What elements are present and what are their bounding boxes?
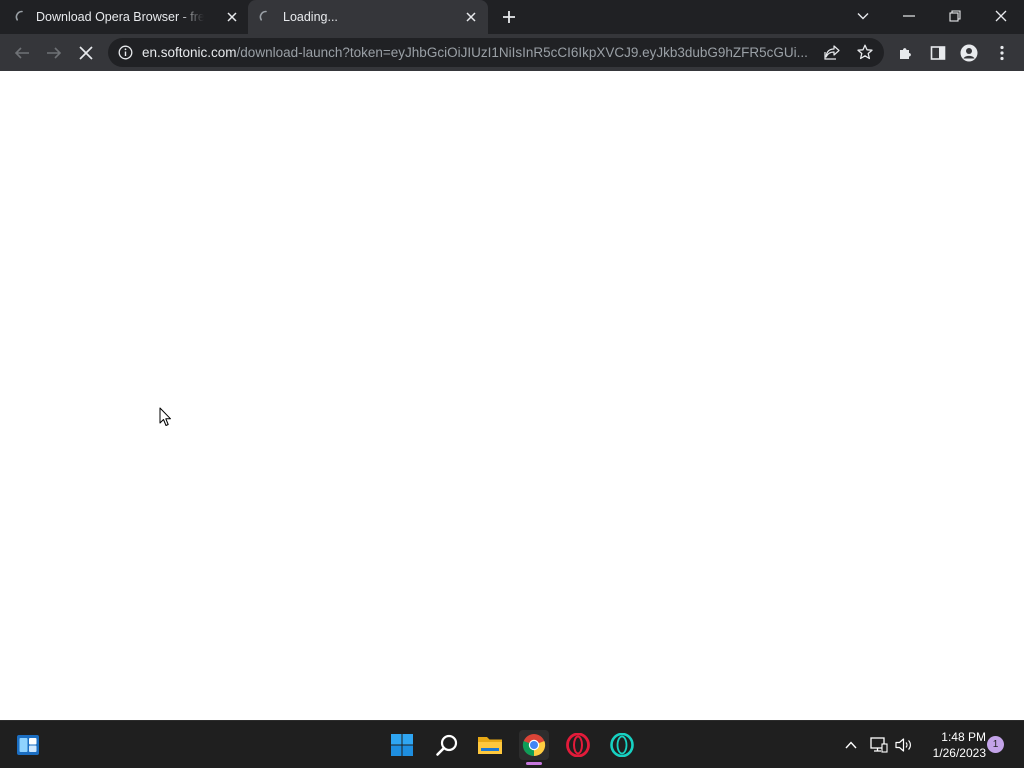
back-button[interactable] bbox=[11, 42, 33, 64]
url-host: en.softonic.com bbox=[142, 45, 237, 60]
widgets-icon bbox=[17, 735, 39, 755]
network-button[interactable] bbox=[869, 735, 889, 755]
share-icon[interactable] bbox=[824, 45, 840, 60]
opera-gx-taskbar-button[interactable] bbox=[607, 730, 637, 760]
active-app-indicator bbox=[526, 762, 542, 765]
side-panel-icon bbox=[930, 46, 946, 60]
close-icon bbox=[79, 46, 93, 60]
tab-title: Loading... bbox=[283, 10, 338, 24]
opera-taskbar-button[interactable] bbox=[563, 730, 593, 760]
widgets-button[interactable] bbox=[13, 730, 43, 760]
volume-button[interactable] bbox=[894, 735, 914, 755]
tab-loading[interactable]: Loading... bbox=[248, 0, 488, 34]
notification-badge[interactable]: 1 bbox=[987, 736, 1004, 753]
arrow-right-icon bbox=[47, 47, 62, 59]
volume-icon bbox=[895, 738, 911, 752]
tab-search-button[interactable] bbox=[850, 4, 876, 28]
start-button[interactable] bbox=[387, 730, 417, 760]
chrome-icon bbox=[522, 734, 546, 757]
opera-icon bbox=[566, 733, 590, 757]
chevron-up-icon bbox=[845, 741, 857, 749]
clock-time: 1:48 PM bbox=[941, 730, 986, 744]
site-info-icon[interactable] bbox=[118, 45, 133, 60]
close-tab-icon[interactable] bbox=[224, 9, 240, 25]
new-tab-button[interactable] bbox=[500, 8, 518, 26]
network-icon bbox=[870, 737, 888, 753]
plus-icon bbox=[503, 11, 515, 23]
forward-button[interactable] bbox=[43, 42, 65, 64]
arrow-left-icon bbox=[14, 47, 29, 59]
avatar-icon bbox=[960, 44, 978, 62]
close-window-button[interactable] bbox=[988, 4, 1014, 28]
side-panel-button[interactable] bbox=[927, 42, 949, 64]
chrome-menu-button[interactable] bbox=[991, 42, 1013, 64]
mouse-pointer-icon bbox=[159, 407, 171, 426]
file-explorer-button[interactable] bbox=[475, 730, 505, 760]
taskbar: 1:48 PM 1/26/2023 bbox=[0, 720, 1024, 768]
show-hidden-icons-button[interactable] bbox=[841, 735, 861, 755]
page-content bbox=[0, 71, 1024, 720]
close-tab-icon[interactable] bbox=[463, 9, 479, 25]
url-path: /download-launch?token=eyJhbGciOiJIUzI1N… bbox=[236, 45, 808, 60]
search-icon bbox=[436, 734, 458, 756]
clock-date: 1/26/2023 bbox=[932, 746, 986, 760]
puzzle-icon bbox=[900, 48, 911, 59]
extensions-button[interactable] bbox=[895, 42, 917, 64]
profile-button[interactable] bbox=[958, 42, 980, 64]
tab-title: Download Opera Browser - free - bbox=[36, 10, 204, 24]
close-icon bbox=[995, 10, 1007, 22]
bookmark-star-icon[interactable] bbox=[857, 44, 873, 60]
stop-loading-button[interactable] bbox=[75, 42, 97, 64]
folder-icon bbox=[478, 737, 502, 754]
minimize-button[interactable] bbox=[896, 4, 922, 28]
loading-spinner-icon bbox=[15, 10, 23, 21]
system-clock[interactable]: 1:48 PM 1/26/2023 bbox=[918, 729, 986, 761]
url-text[interactable]: en.softonic.com/download-launch?token=ey… bbox=[142, 38, 822, 67]
browser-toolbar: en.softonic.com/download-launch?token=ey… bbox=[0, 34, 1024, 72]
minimize-icon bbox=[903, 15, 915, 17]
tab-download-opera[interactable]: Download Opera Browser - free - bbox=[0, 0, 248, 34]
restore-icon bbox=[949, 10, 961, 22]
tab-strip: Download Opera Browser - free - Loading.… bbox=[0, 0, 1024, 34]
search-button[interactable] bbox=[432, 730, 462, 760]
opera-gx-icon bbox=[610, 733, 634, 757]
windows-start-icon bbox=[391, 734, 413, 756]
loading-spinner-icon bbox=[259, 10, 267, 21]
address-bar[interactable]: en.softonic.com/download-launch?token=ey… bbox=[108, 38, 884, 67]
chevron-down-icon bbox=[857, 13, 869, 20]
chrome-taskbar-button[interactable] bbox=[519, 730, 549, 760]
restore-button[interactable] bbox=[942, 4, 968, 28]
more-vertical-icon bbox=[1000, 45, 1004, 61]
